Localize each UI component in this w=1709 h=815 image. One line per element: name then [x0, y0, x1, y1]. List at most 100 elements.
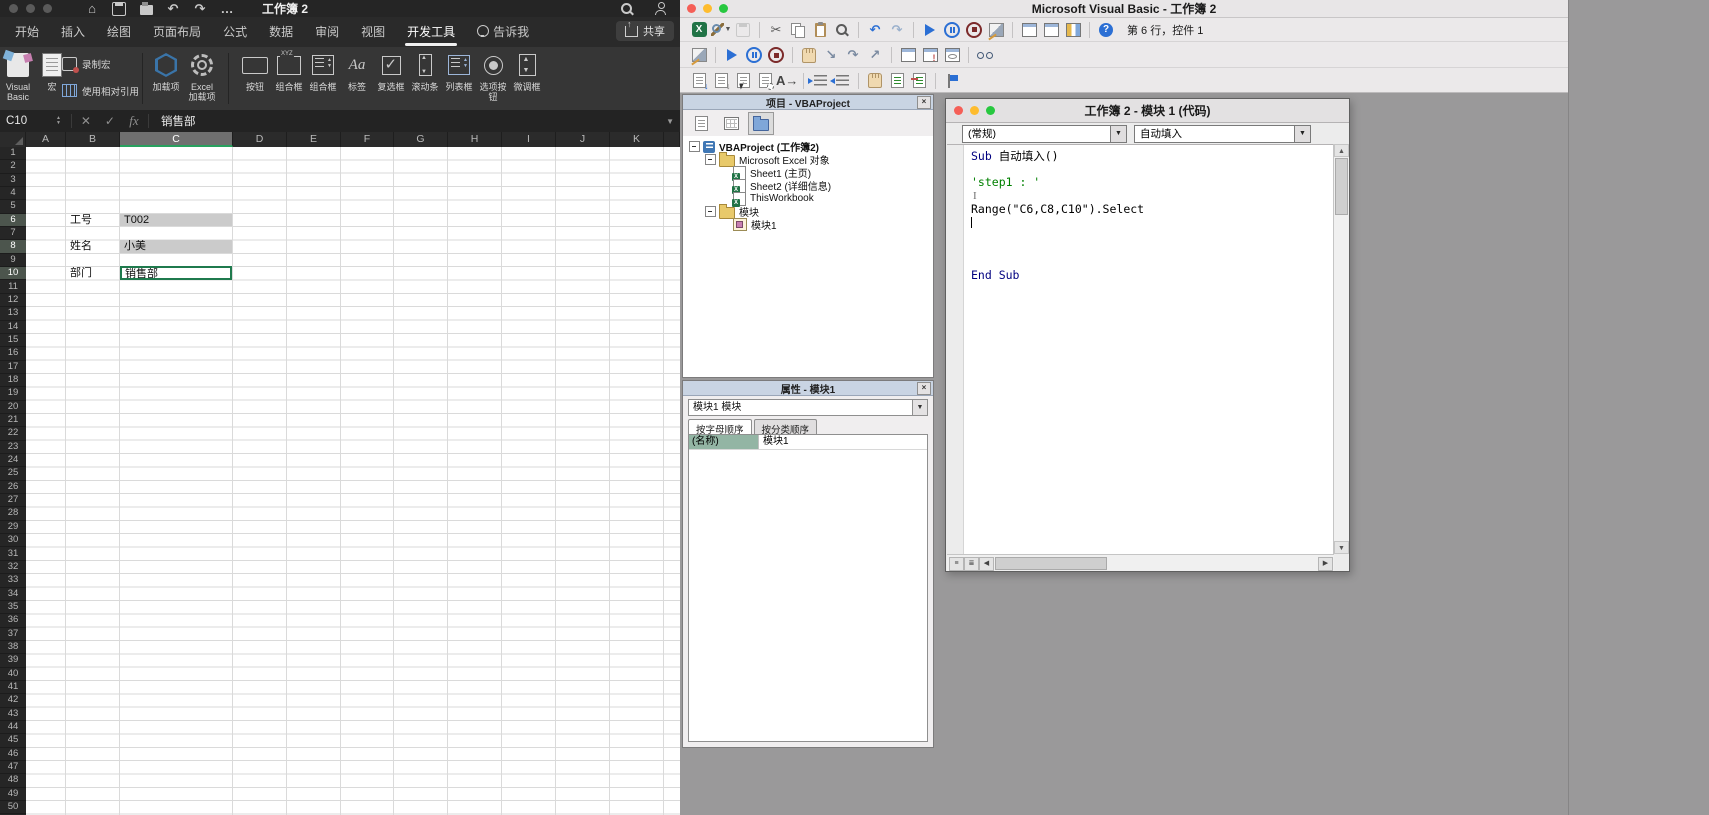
- column-header-E[interactable]: E: [287, 132, 341, 147]
- code-margin[interactable]: [947, 145, 964, 554]
- share-button[interactable]: 共享: [616, 19, 674, 41]
- row-header-40[interactable]: 40: [0, 668, 26, 681]
- name-box-stepper[interactable]: ▲ ▼: [56, 116, 61, 126]
- row-header-21[interactable]: 21: [0, 414, 26, 428]
- column-header-I[interactable]: I: [502, 132, 556, 147]
- comment-block-button[interactable]: [886, 71, 908, 91]
- find-button[interactable]: [831, 20, 853, 40]
- tab-开始[interactable]: 开始: [4, 17, 50, 48]
- scrollbar-control-button[interactable]: 滚动条: [408, 50, 442, 107]
- code-line[interactable]: 'step1 : ': [971, 176, 1332, 189]
- scroll-down-icon[interactable]: ▼: [1334, 541, 1349, 554]
- procedure-view-icon[interactable]: ≡: [949, 557, 964, 571]
- list-constants-button[interactable]: [710, 71, 732, 91]
- project-tree-item[interactable]: 模块: [683, 204, 933, 219]
- column-header-G[interactable]: G: [394, 132, 448, 147]
- row-header-5[interactable]: 5: [0, 200, 26, 214]
- undo-button[interactable]: ↶: [864, 20, 886, 40]
- column-header-A[interactable]: A: [26, 132, 66, 147]
- property-value[interactable]: 模块1: [759, 435, 927, 449]
- row-header-31[interactable]: 31: [0, 548, 26, 561]
- scroll-left-icon[interactable]: ◀: [979, 557, 994, 571]
- project-tree-item[interactable]: Sheet2 (详细信息): [683, 178, 933, 194]
- option-button-control-button[interactable]: 选项按钮: [476, 50, 510, 107]
- design-mode-button[interactable]: [985, 20, 1007, 40]
- redo-button[interactable]: ↷: [886, 20, 908, 40]
- collapse-icon[interactable]: [689, 141, 700, 152]
- row-header-11[interactable]: 11: [0, 281, 26, 294]
- row-header-37[interactable]: 37: [0, 628, 26, 641]
- row-header-49[interactable]: 49: [0, 788, 26, 802]
- step-over-button[interactable]: ↷: [842, 45, 864, 65]
- row-header-28[interactable]: 28: [0, 507, 26, 521]
- grid-body[interactable]: 工号 T002 姓名 小美 部门 销售部: [26, 147, 680, 815]
- insert-function-icon[interactable]: fx: [122, 113, 146, 129]
- row-header-17[interactable]: 17: [0, 361, 26, 374]
- insert-control-button[interactable]: ▼: [710, 20, 732, 40]
- code-line[interactable]: [971, 242, 1332, 255]
- row-header-22[interactable]: 22: [0, 427, 26, 441]
- properties-window-button[interactable]: [1040, 20, 1062, 40]
- spin-button-control-button[interactable]: 微调框: [510, 50, 544, 107]
- checkbox-control-button[interactable]: 复选框: [374, 50, 408, 107]
- button-control-button[interactable]: 按钮: [238, 50, 272, 107]
- break-button[interactable]: [864, 71, 886, 91]
- full-module-view-icon[interactable]: ≣: [964, 557, 979, 571]
- scroll-up-icon[interactable]: ▲: [1334, 144, 1349, 157]
- list-box-control-button[interactable]: 列表框: [442, 50, 476, 107]
- combo-box-control-button[interactable]: 组合框: [306, 50, 340, 107]
- formula-bar-expand-icon[interactable]: ▼: [666, 117, 674, 126]
- row-header-8[interactable]: 8: [0, 240, 26, 254]
- name-box[interactable]: C10: [0, 115, 56, 127]
- row-header-24[interactable]: 24: [0, 454, 26, 468]
- addins-button[interactable]: 加载项: [150, 50, 182, 107]
- column-header-H[interactable]: H: [448, 132, 502, 147]
- quick-watch-button[interactable]: [974, 45, 996, 65]
- row-header-20[interactable]: 20: [0, 401, 26, 414]
- row-header-48[interactable]: 48: [0, 774, 26, 788]
- excel-button[interactable]: [688, 20, 710, 40]
- view-code-button[interactable]: [688, 112, 714, 135]
- row-header-27[interactable]: 27: [0, 494, 26, 508]
- code-line[interactable]: [971, 256, 1332, 269]
- complete-word-button[interactable]: A→: [776, 71, 798, 91]
- object-browser-button[interactable]: [1062, 20, 1084, 40]
- horizontal-scrollbar[interactable]: ≡ ≣ ◀ ▶: [947, 554, 1334, 571]
- row-header-39[interactable]: 39: [0, 654, 26, 668]
- row-header-45[interactable]: 45: [0, 734, 26, 748]
- column-header-D[interactable]: D: [233, 132, 287, 147]
- chevron-down-icon[interactable]: ▼: [912, 400, 927, 415]
- paste-button[interactable]: [809, 20, 831, 40]
- row-header-25[interactable]: 25: [0, 467, 26, 481]
- row-header-42[interactable]: 42: [0, 694, 26, 708]
- row-header-3[interactable]: 3: [0, 174, 26, 188]
- close-panel-icon[interactable]: ×: [917, 382, 931, 395]
- properties-object-selector[interactable]: 模块1 模块 ▼: [688, 399, 928, 416]
- tab-告诉我[interactable]: 告诉我: [466, 17, 540, 48]
- column-header-J[interactable]: J: [556, 132, 610, 147]
- toggle-folders-button[interactable]: [748, 111, 774, 135]
- row-header-29[interactable]: 29: [0, 521, 26, 535]
- cut-button[interactable]: ✂: [765, 20, 787, 40]
- project-explorer-button[interactable]: [1018, 20, 1040, 40]
- watch-window-button[interactable]: [941, 45, 963, 65]
- cell-B6[interactable]: 工号: [66, 214, 119, 226]
- column-header-F[interactable]: F: [341, 132, 394, 147]
- row-header-34[interactable]: 34: [0, 588, 26, 601]
- code-window-titlebar[interactable]: 工作簿 2 - 模块 1 (代码): [946, 99, 1349, 123]
- code-line[interactable]: Sub 自动填入(): [971, 149, 1332, 163]
- properties-tab-1[interactable]: 按字母顺序: [688, 419, 752, 436]
- row-header-7[interactable]: 7: [0, 227, 26, 241]
- cell-C8[interactable]: 小美: [120, 240, 232, 253]
- row-header-41[interactable]: 41: [0, 681, 26, 695]
- collapse-icon[interactable]: [705, 206, 716, 217]
- cell-C6[interactable]: T002: [120, 213, 232, 227]
- row-header-43[interactable]: 43: [0, 708, 26, 722]
- row-header-14[interactable]: 14: [0, 321, 26, 334]
- home-button[interactable]: ⌂: [84, 1, 100, 17]
- step-into-button[interactable]: ↘: [820, 45, 842, 65]
- chevron-down-icon[interactable]: ▼: [1294, 126, 1310, 142]
- label-control-button[interactable]: Aa 标签: [340, 50, 374, 107]
- group-box-control-button[interactable]: 组合框: [272, 50, 306, 107]
- vertical-scrollbar[interactable]: ▲ ▼: [1333, 144, 1349, 554]
